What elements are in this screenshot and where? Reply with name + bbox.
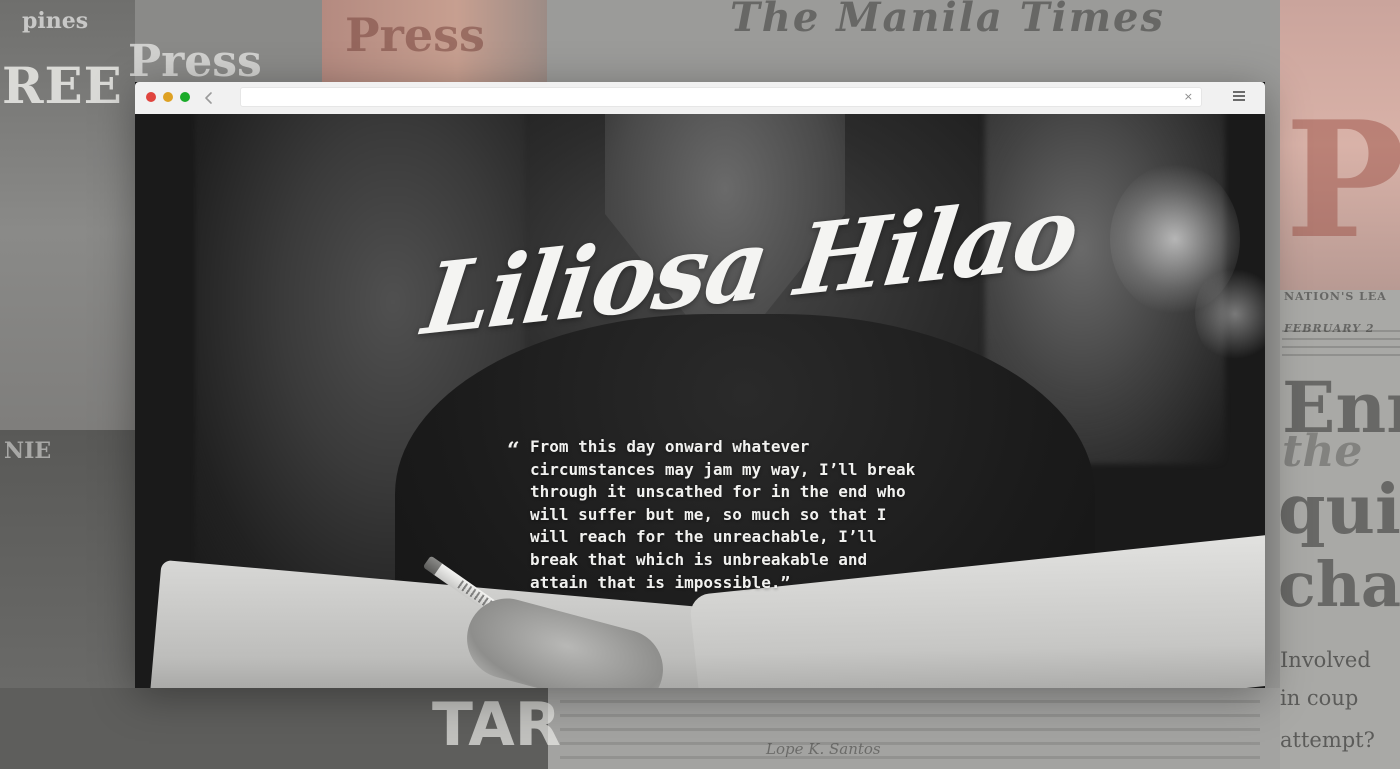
- headline-fragment: NIE: [4, 438, 52, 464]
- hamburger-menu-icon[interactable]: [1233, 91, 1245, 103]
- headline-fragment: PO: [1285, 86, 1400, 274]
- close-window-button[interactable]: [146, 92, 156, 102]
- quote-open-mark: “: [507, 438, 520, 464]
- maximize-window-button[interactable]: [180, 92, 190, 102]
- browser-window: × Liliosa Hilao “ From this day onward w…: [135, 82, 1265, 688]
- headline-fragment: NATION'S LEA: [1284, 290, 1387, 303]
- hero-quote: From this day onward whatever circumstan…: [530, 437, 916, 592]
- headline-fragment: cha: [1278, 548, 1400, 621]
- photo-bokeh-light: [1195, 264, 1265, 364]
- headline-fragment: in coup: [1280, 686, 1359, 710]
- headline-fragment: quit: [1278, 470, 1400, 550]
- clipping-body-text: [560, 700, 1260, 760]
- headline-fragment: Press: [128, 36, 262, 87]
- byline-fragment: Lope K. Santos: [766, 740, 881, 758]
- dateline-fragment: FEBRUARY 2: [1284, 322, 1375, 335]
- headline-fragment: attempt?: [1280, 728, 1375, 752]
- newspaper-masthead: The Manila Times: [730, 0, 1165, 41]
- minimize-window-button[interactable]: [163, 92, 173, 102]
- clear-url-button[interactable]: ×: [1184, 91, 1193, 103]
- headline-fragment: pines: [22, 8, 89, 34]
- headline-fragment: Press: [345, 8, 485, 62]
- address-bar[interactable]: ×: [240, 87, 1202, 107]
- headline-fragment: Involved: [1280, 648, 1371, 672]
- back-button[interactable]: [201, 88, 217, 108]
- chevron-left-icon: [205, 92, 212, 104]
- clipping-left-lower: [0, 430, 135, 688]
- headline-fragment: TAR: [432, 690, 561, 760]
- headline-fragment: REE: [2, 56, 123, 115]
- page-hero: Liliosa Hilao “ From this day onward wha…: [135, 114, 1265, 688]
- browser-titlebar: ×: [135, 82, 1265, 115]
